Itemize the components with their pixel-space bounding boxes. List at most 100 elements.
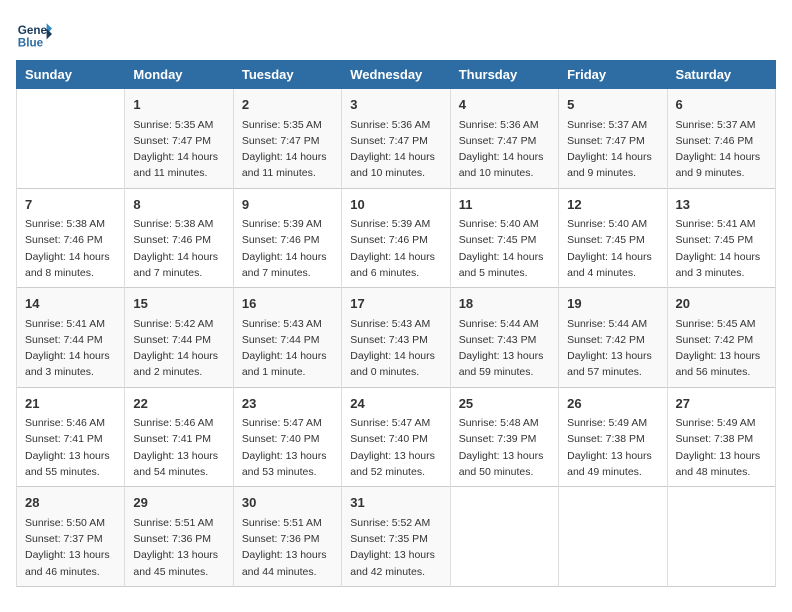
- calendar-cell: 10Sunrise: 5:39 AM Sunset: 7:46 PM Dayli…: [342, 188, 450, 288]
- day-number: 10: [350, 195, 441, 215]
- day-number: 25: [459, 394, 550, 414]
- day-info: Sunrise: 5:51 AM Sunset: 7:36 PM Dayligh…: [133, 515, 224, 580]
- day-number: 7: [25, 195, 116, 215]
- day-number: 5: [567, 95, 658, 115]
- day-number: 23: [242, 394, 333, 414]
- calendar-cell: [667, 487, 775, 587]
- calendar-cell: 22Sunrise: 5:46 AM Sunset: 7:41 PM Dayli…: [125, 387, 233, 487]
- weekday-header-thursday: Thursday: [450, 61, 558, 89]
- calendar-cell: [559, 487, 667, 587]
- day-info: Sunrise: 5:35 AM Sunset: 7:47 PM Dayligh…: [242, 117, 333, 182]
- day-number: 8: [133, 195, 224, 215]
- day-number: 6: [676, 95, 767, 115]
- day-number: 13: [676, 195, 767, 215]
- calendar-cell: 26Sunrise: 5:49 AM Sunset: 7:38 PM Dayli…: [559, 387, 667, 487]
- calendar-cell: 24Sunrise: 5:47 AM Sunset: 7:40 PM Dayli…: [342, 387, 450, 487]
- day-number: 15: [133, 294, 224, 314]
- calendar-cell: 1Sunrise: 5:35 AM Sunset: 7:47 PM Daylig…: [125, 89, 233, 189]
- calendar-cell: 14Sunrise: 5:41 AM Sunset: 7:44 PM Dayli…: [17, 288, 125, 388]
- day-info: Sunrise: 5:43 AM Sunset: 7:44 PM Dayligh…: [242, 316, 333, 381]
- day-number: 31: [350, 493, 441, 513]
- day-number: 29: [133, 493, 224, 513]
- day-number: 27: [676, 394, 767, 414]
- calendar-cell: 23Sunrise: 5:47 AM Sunset: 7:40 PM Dayli…: [233, 387, 341, 487]
- day-info: Sunrise: 5:36 AM Sunset: 7:47 PM Dayligh…: [350, 117, 441, 182]
- day-info: Sunrise: 5:36 AM Sunset: 7:47 PM Dayligh…: [459, 117, 550, 182]
- calendar-cell: 2Sunrise: 5:35 AM Sunset: 7:47 PM Daylig…: [233, 89, 341, 189]
- day-number: 17: [350, 294, 441, 314]
- day-number: 11: [459, 195, 550, 215]
- calendar-cell: 11Sunrise: 5:40 AM Sunset: 7:45 PM Dayli…: [450, 188, 558, 288]
- day-info: Sunrise: 5:49 AM Sunset: 7:38 PM Dayligh…: [676, 415, 767, 480]
- svg-text:Blue: Blue: [18, 37, 44, 50]
- day-number: 18: [459, 294, 550, 314]
- day-info: Sunrise: 5:44 AM Sunset: 7:43 PM Dayligh…: [459, 316, 550, 381]
- calendar-week-row: 21Sunrise: 5:46 AM Sunset: 7:41 PM Dayli…: [17, 387, 776, 487]
- day-info: Sunrise: 5:44 AM Sunset: 7:42 PM Dayligh…: [567, 316, 658, 381]
- weekday-header-tuesday: Tuesday: [233, 61, 341, 89]
- day-info: Sunrise: 5:51 AM Sunset: 7:36 PM Dayligh…: [242, 515, 333, 580]
- calendar-cell: 12Sunrise: 5:40 AM Sunset: 7:45 PM Dayli…: [559, 188, 667, 288]
- day-info: Sunrise: 5:41 AM Sunset: 7:45 PM Dayligh…: [676, 216, 767, 281]
- weekday-header-saturday: Saturday: [667, 61, 775, 89]
- calendar-cell: 15Sunrise: 5:42 AM Sunset: 7:44 PM Dayli…: [125, 288, 233, 388]
- calendar-cell: 16Sunrise: 5:43 AM Sunset: 7:44 PM Dayli…: [233, 288, 341, 388]
- day-info: Sunrise: 5:47 AM Sunset: 7:40 PM Dayligh…: [350, 415, 441, 480]
- calendar-cell: 20Sunrise: 5:45 AM Sunset: 7:42 PM Dayli…: [667, 288, 775, 388]
- calendar-cell: [17, 89, 125, 189]
- calendar-cell: 18Sunrise: 5:44 AM Sunset: 7:43 PM Dayli…: [450, 288, 558, 388]
- calendar-week-row: 1Sunrise: 5:35 AM Sunset: 7:47 PM Daylig…: [17, 89, 776, 189]
- day-number: 1: [133, 95, 224, 115]
- weekday-header-friday: Friday: [559, 61, 667, 89]
- day-info: Sunrise: 5:42 AM Sunset: 7:44 PM Dayligh…: [133, 316, 224, 381]
- calendar-cell: 5Sunrise: 5:37 AM Sunset: 7:47 PM Daylig…: [559, 89, 667, 189]
- calendar-cell: 21Sunrise: 5:46 AM Sunset: 7:41 PM Dayli…: [17, 387, 125, 487]
- day-number: 21: [25, 394, 116, 414]
- day-info: Sunrise: 5:46 AM Sunset: 7:41 PM Dayligh…: [25, 415, 116, 480]
- day-number: 16: [242, 294, 333, 314]
- calendar-cell: 30Sunrise: 5:51 AM Sunset: 7:36 PM Dayli…: [233, 487, 341, 587]
- day-info: Sunrise: 5:48 AM Sunset: 7:39 PM Dayligh…: [459, 415, 550, 480]
- calendar-cell: 9Sunrise: 5:39 AM Sunset: 7:46 PM Daylig…: [233, 188, 341, 288]
- calendar-cell: 25Sunrise: 5:48 AM Sunset: 7:39 PM Dayli…: [450, 387, 558, 487]
- day-info: Sunrise: 5:40 AM Sunset: 7:45 PM Dayligh…: [459, 216, 550, 281]
- day-number: 4: [459, 95, 550, 115]
- day-number: 12: [567, 195, 658, 215]
- calendar-table: SundayMondayTuesdayWednesdayThursdayFrid…: [16, 60, 776, 587]
- calendar-cell: 7Sunrise: 5:38 AM Sunset: 7:46 PM Daylig…: [17, 188, 125, 288]
- day-info: Sunrise: 5:46 AM Sunset: 7:41 PM Dayligh…: [133, 415, 224, 480]
- day-number: 30: [242, 493, 333, 513]
- day-info: Sunrise: 5:39 AM Sunset: 7:46 PM Dayligh…: [350, 216, 441, 281]
- day-info: Sunrise: 5:43 AM Sunset: 7:43 PM Dayligh…: [350, 316, 441, 381]
- day-info: Sunrise: 5:52 AM Sunset: 7:35 PM Dayligh…: [350, 515, 441, 580]
- calendar-week-row: 28Sunrise: 5:50 AM Sunset: 7:37 PM Dayli…: [17, 487, 776, 587]
- day-number: 9: [242, 195, 333, 215]
- day-number: 22: [133, 394, 224, 414]
- day-number: 20: [676, 294, 767, 314]
- day-number: 14: [25, 294, 116, 314]
- day-info: Sunrise: 5:50 AM Sunset: 7:37 PM Dayligh…: [25, 515, 116, 580]
- day-number: 28: [25, 493, 116, 513]
- day-info: Sunrise: 5:37 AM Sunset: 7:46 PM Dayligh…: [676, 117, 767, 182]
- calendar-cell: [450, 487, 558, 587]
- calendar-cell: 4Sunrise: 5:36 AM Sunset: 7:47 PM Daylig…: [450, 89, 558, 189]
- calendar-cell: 31Sunrise: 5:52 AM Sunset: 7:35 PM Dayli…: [342, 487, 450, 587]
- calendar-cell: 13Sunrise: 5:41 AM Sunset: 7:45 PM Dayli…: [667, 188, 775, 288]
- weekday-header-monday: Monday: [125, 61, 233, 89]
- day-info: Sunrise: 5:39 AM Sunset: 7:46 PM Dayligh…: [242, 216, 333, 281]
- calendar-cell: 8Sunrise: 5:38 AM Sunset: 7:46 PM Daylig…: [125, 188, 233, 288]
- day-info: Sunrise: 5:47 AM Sunset: 7:40 PM Dayligh…: [242, 415, 333, 480]
- calendar-cell: 19Sunrise: 5:44 AM Sunset: 7:42 PM Dayli…: [559, 288, 667, 388]
- weekday-header-sunday: Sunday: [17, 61, 125, 89]
- day-info: Sunrise: 5:40 AM Sunset: 7:45 PM Dayligh…: [567, 216, 658, 281]
- weekday-header-wednesday: Wednesday: [342, 61, 450, 89]
- logo: General Blue: [16, 16, 52, 52]
- calendar-cell: 28Sunrise: 5:50 AM Sunset: 7:37 PM Dayli…: [17, 487, 125, 587]
- day-number: 26: [567, 394, 658, 414]
- day-info: Sunrise: 5:37 AM Sunset: 7:47 PM Dayligh…: [567, 117, 658, 182]
- day-info: Sunrise: 5:35 AM Sunset: 7:47 PM Dayligh…: [133, 117, 224, 182]
- calendar-cell: 6Sunrise: 5:37 AM Sunset: 7:46 PM Daylig…: [667, 89, 775, 189]
- calendar-week-row: 7Sunrise: 5:38 AM Sunset: 7:46 PM Daylig…: [17, 188, 776, 288]
- calendar-week-row: 14Sunrise: 5:41 AM Sunset: 7:44 PM Dayli…: [17, 288, 776, 388]
- day-number: 3: [350, 95, 441, 115]
